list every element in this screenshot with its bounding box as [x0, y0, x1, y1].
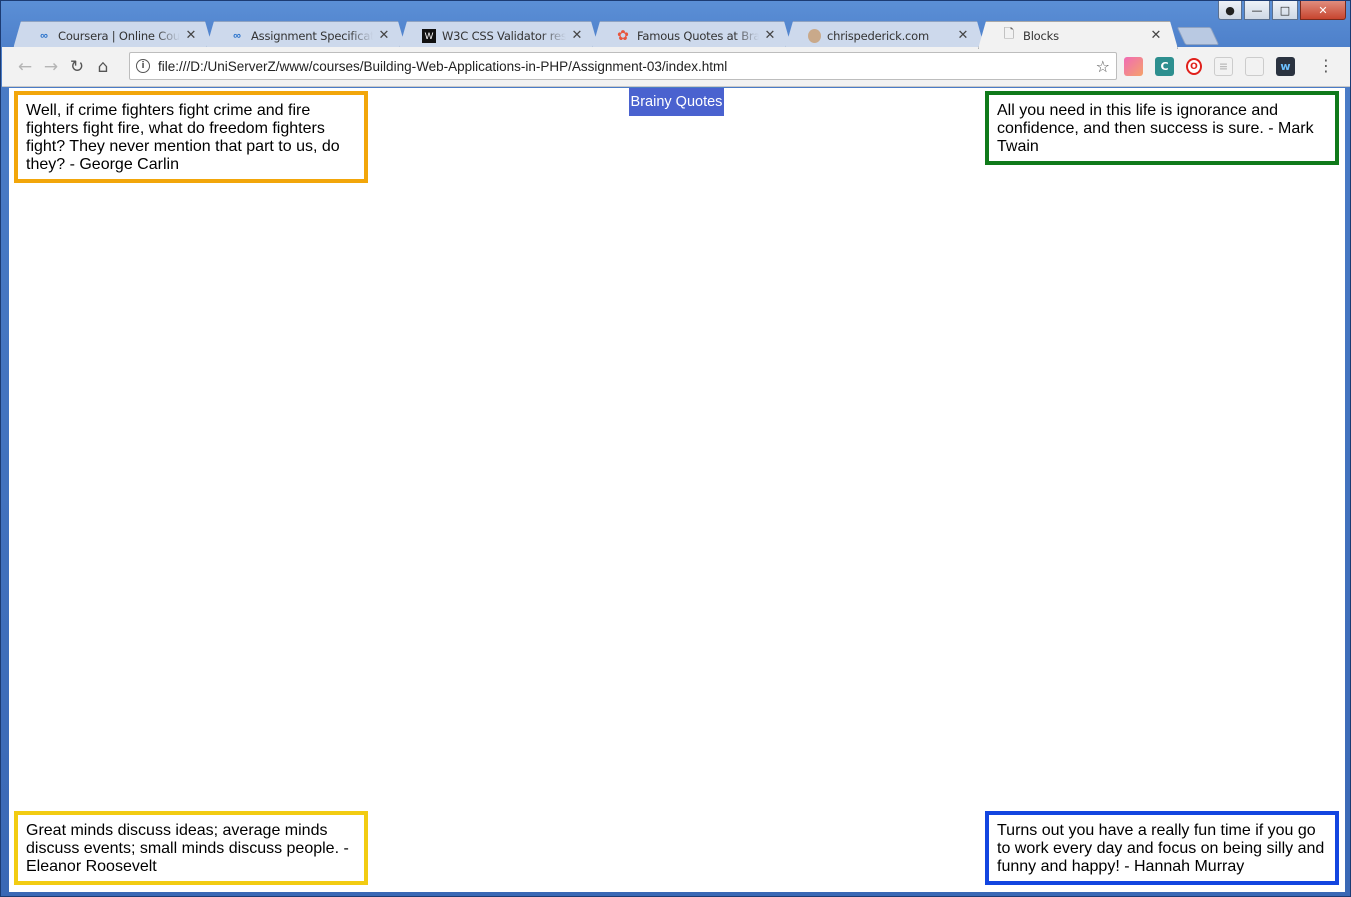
address-bar[interactable]: i file:///D:/UniServerZ/www/courses/Buil… — [129, 52, 1117, 80]
quote-block-top-left: Well, if crime fighters fight crime and … — [14, 91, 368, 183]
bookmark-star-icon[interactable]: ☆ — [1096, 57, 1110, 76]
tab-label: Assignment Specification — [251, 28, 373, 43]
minimize-button[interactable]: — — [1244, 1, 1270, 20]
browser-toolbar: ← → ↻ ⌂ i file:///D:/UniServerZ/www/cour… — [2, 47, 1350, 87]
close-tab-icon[interactable]: ✕ — [763, 28, 777, 43]
url-text[interactable]: file:///D:/UniServerZ/www/courses/Buildi… — [158, 59, 1096, 74]
quote-block-top-right: All you need in this life is ignorance a… — [985, 91, 1339, 165]
browser-window: ● — □ ✕ ∞ Coursera | Online Courses ✕ ∞ … — [0, 0, 1351, 897]
kebab-menu-icon[interactable]: ⋮ — [1318, 56, 1334, 75]
back-arrow-icon[interactable]: ← — [12, 54, 38, 80]
maximize-button[interactable]: □ — [1272, 1, 1298, 20]
wave-extension-icon[interactable]: C — [1155, 57, 1174, 76]
window-controls: ● — □ ✕ — [1218, 1, 1346, 21]
tab-assignment-spec[interactable]: ∞ Assignment Specification ✕ — [206, 21, 406, 49]
reload-icon[interactable]: ↻ — [64, 54, 90, 80]
page-icon: 🗋 — [1003, 25, 1015, 41]
tab-label: Famous Quotes at BrainyQuote — [637, 28, 759, 43]
coursera-icon: ∞ — [233, 29, 241, 42]
blank-extension-icon[interactable] — [1245, 57, 1264, 76]
tab-label: W3C CSS Validator results — [442, 28, 566, 43]
brainyquote-icon: ✿ — [617, 27, 629, 43]
close-tab-icon[interactable]: ✕ — [956, 28, 970, 43]
reader-extension-icon[interactable]: ≡ — [1214, 57, 1233, 76]
tab-label: chrispederick.com — [827, 28, 929, 43]
brainy-quotes-link[interactable]: Brainy Quotes — [629, 88, 724, 116]
forward-arrow-icon[interactable]: → — [38, 54, 64, 80]
tab-label: Coursera | Online Courses — [58, 28, 180, 43]
avatar-icon — [808, 29, 821, 43]
tab-coursera[interactable]: ∞ Coursera | Online Courses ✕ — [13, 21, 213, 49]
gradient-extension-icon[interactable] — [1124, 57, 1143, 76]
close-window-button[interactable]: ✕ — [1300, 1, 1346, 20]
quote-block-bottom-right: Turns out you have a really fun time if … — [985, 811, 1339, 885]
tab-strip: ∞ Coursera | Online Courses ✕ ∞ Assignme… — [9, 19, 1350, 47]
extensions-area: C O ≡ w — [1124, 57, 1295, 76]
close-tab-icon[interactable]: ✕ — [184, 28, 198, 43]
tab-chrispederick[interactable]: chrispederick.com ✕ — [785, 21, 985, 49]
close-tab-icon[interactable]: ✕ — [1149, 28, 1163, 43]
tab-label: Blocks — [1023, 28, 1059, 43]
opera-icon[interactable]: O — [1186, 58, 1202, 75]
page-viewport: Well, if crime fighters fight crime and … — [9, 88, 1345, 892]
quote-block-bottom-left: Great minds discuss ideas; average minds… — [14, 811, 368, 885]
tab-blocks[interactable]: 🗋 Blocks ✕ — [978, 21, 1178, 49]
w3c-icon: W — [422, 29, 436, 43]
tab-brainyquote[interactable]: ✿ Famous Quotes at BrainyQuote ✕ — [592, 21, 792, 49]
coursera-icon: ∞ — [40, 29, 48, 42]
tab-w3c-validator[interactable]: W W3C CSS Validator results ✕ — [399, 21, 599, 49]
info-icon[interactable]: i — [136, 59, 150, 73]
close-tab-icon[interactable]: ✕ — [377, 28, 391, 43]
home-icon[interactable]: ⌂ — [90, 54, 116, 80]
web-developer-icon[interactable]: w — [1276, 57, 1295, 76]
user-profile-icon[interactable]: ● — [1218, 1, 1242, 20]
new-tab-button[interactable] — [1176, 27, 1220, 45]
close-tab-icon[interactable]: ✕ — [570, 28, 584, 43]
